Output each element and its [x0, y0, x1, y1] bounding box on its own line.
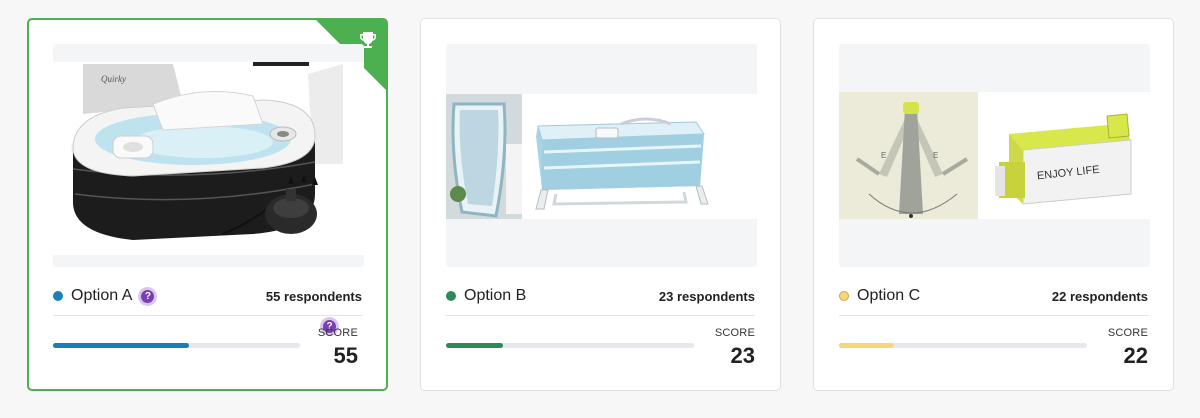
divider [839, 315, 1148, 316]
score-value: 23 [730, 343, 755, 368]
option-color-dot [53, 291, 63, 301]
option-color-dot [839, 291, 849, 301]
product-image-a: Quirky [53, 44, 364, 267]
product-image-b [446, 44, 757, 267]
score-label: SCORE [714, 327, 755, 339]
option-card-a[interactable]: Quirky Option A ? 55 respondents ? SCORE… [27, 18, 388, 391]
option-card-b[interactable]: Option B 23 respondents SCORE 23 [420, 18, 781, 391]
score-bar-fill [839, 343, 894, 348]
score-label: SCORE [317, 327, 358, 339]
svg-text:E: E [881, 151, 886, 160]
option-header: Option A ? 55 respondents [53, 285, 362, 307]
score-bar-track [53, 343, 300, 348]
option-header: Option B 23 respondents [446, 285, 755, 307]
foldable-bathtub-product-image [446, 94, 757, 219]
score-bar-track [839, 343, 1087, 348]
score-value: 22 [1123, 343, 1148, 368]
option-label: Option C [857, 287, 921, 304]
option-card-c[interactable]: E E ENJOY LIFE Option C 22 respondents S… [813, 18, 1174, 391]
inflatable-bathtub-product-image: Quirky [53, 62, 364, 255]
respondents-count: 22 respondents [1051, 288, 1148, 304]
help-glyph: ? [141, 289, 155, 303]
option-label: Option B [464, 287, 527, 304]
question-icon[interactable]: ? [138, 286, 158, 306]
score-bar-fill [446, 343, 504, 348]
collapsible-bathtub-product-image: E E ENJOY LIFE [839, 92, 1150, 219]
score-bar-fill [53, 343, 189, 348]
score-value: 55 [333, 343, 358, 368]
option-label: Option A [71, 287, 133, 304]
svg-text:E: E [933, 151, 938, 160]
respondents-count: 55 respondents [265, 288, 362, 304]
product-image-c: E E ENJOY LIFE [839, 44, 1150, 267]
score-bar-track [446, 343, 694, 348]
divider [53, 315, 362, 316]
product-logo-text: Quirky [101, 74, 126, 84]
divider [446, 315, 755, 316]
option-color-dot [446, 291, 456, 301]
respondents-count: 23 respondents [658, 288, 755, 304]
score-label: SCORE [1107, 327, 1148, 339]
option-header: Option C 22 respondents [839, 285, 1148, 307]
